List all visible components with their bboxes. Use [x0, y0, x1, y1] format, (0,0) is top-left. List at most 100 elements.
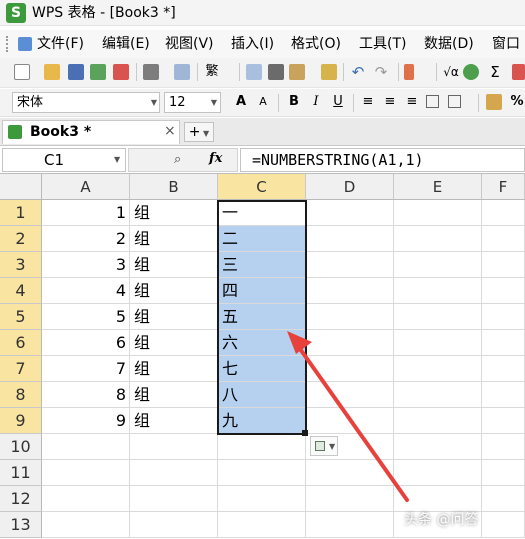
cell-b5[interactable]: 组 — [130, 304, 218, 330]
align-left-icon[interactable]: ≡ — [360, 94, 376, 110]
cell-a4[interactable]: 4 — [42, 278, 130, 304]
cell-e4[interactable] — [394, 278, 482, 304]
new-document-icon[interactable] — [14, 64, 30, 80]
column-header-c[interactable]: C — [218, 174, 306, 200]
row-header[interactable]: 6 — [0, 330, 42, 356]
cell-e8[interactable] — [394, 382, 482, 408]
cell-c10[interactable] — [218, 434, 306, 460]
row-header[interactable]: 5 — [0, 304, 42, 330]
menu-format[interactable]: 格式(O) — [289, 33, 343, 55]
menu-insert[interactable]: 插入(I) — [229, 33, 276, 55]
search-function-icon[interactable]: ⌕ — [174, 152, 181, 167]
open-folder-icon[interactable] — [44, 64, 60, 80]
row-header[interactable]: 3 — [0, 252, 42, 278]
email-icon[interactable] — [90, 64, 106, 80]
cell-b12[interactable] — [130, 486, 218, 512]
cell-b11[interactable] — [130, 460, 218, 486]
cell-a1[interactable]: 1 — [42, 200, 130, 226]
cell-f1[interactable] — [482, 200, 525, 226]
undo-icon[interactable]: ↶ — [350, 63, 366, 81]
cell-f7[interactable] — [482, 356, 525, 382]
cell-d3[interactable] — [306, 252, 394, 278]
cell-f2[interactable] — [482, 226, 525, 252]
italic-button[interactable]: I — [308, 94, 324, 110]
web-icon[interactable] — [463, 64, 479, 80]
row-header[interactable]: 4 — [0, 278, 42, 304]
bold-button[interactable]: B — [286, 94, 302, 110]
cell-b9[interactable]: 组 — [130, 408, 218, 434]
underline-button[interactable]: U — [330, 94, 346, 110]
close-tab-icon[interactable]: × — [164, 123, 176, 139]
row-header[interactable]: 10 — [0, 434, 42, 460]
menu-view[interactable]: 视图(V) — [163, 33, 216, 55]
new-tab-button[interactable]: + ▼ — [184, 122, 214, 142]
cut-icon[interactable] — [268, 64, 284, 80]
chevron-down-icon[interactable]: ▼ — [208, 93, 220, 112]
export-pdf-icon[interactable] — [113, 64, 129, 80]
menu-window[interactable]: 窗口 — [490, 33, 522, 55]
cell-a6[interactable]: 6 — [42, 330, 130, 356]
column-header-b[interactable]: B — [130, 174, 218, 200]
row-header[interactable]: 12 — [0, 486, 42, 512]
menu-edit[interactable]: 编辑(E) — [100, 33, 152, 55]
cell-e10[interactable] — [394, 434, 482, 460]
cell-e1[interactable] — [394, 200, 482, 226]
cell-d12[interactable] — [306, 486, 394, 512]
percent-button[interactable]: % — [509, 94, 525, 110]
column-header-d[interactable]: D — [306, 174, 394, 200]
cell-b10[interactable] — [130, 434, 218, 460]
cell-f9[interactable] — [482, 408, 525, 434]
cell-e2[interactable] — [394, 226, 482, 252]
cell-b7[interactable]: 组 — [130, 356, 218, 382]
cell-e11[interactable] — [394, 460, 482, 486]
cell-d1[interactable] — [306, 200, 394, 226]
cell-f12[interactable] — [482, 486, 525, 512]
cell-c13[interactable] — [218, 512, 306, 538]
align-center-icon[interactable]: ≡ — [382, 94, 398, 110]
menu-tools[interactable]: 工具(T) — [357, 33, 408, 55]
chevron-down-icon[interactable]: ▼ — [148, 93, 160, 112]
cell-a11[interactable] — [42, 460, 130, 486]
column-header-f[interactable]: F — [482, 174, 525, 200]
cell-b13[interactable] — [130, 512, 218, 538]
shrink-font-button[interactable]: A — [255, 94, 271, 110]
align-right-icon[interactable]: ≡ — [404, 94, 420, 110]
cell-f5[interactable] — [482, 304, 525, 330]
cell-b8[interactable]: 组 — [130, 382, 218, 408]
print-preview-icon[interactable] — [174, 64, 190, 80]
font-name-select[interactable]: 宋体 — [12, 92, 160, 113]
cell-b1[interactable]: 组 — [130, 200, 218, 226]
format-painter-icon[interactable] — [321, 64, 337, 80]
menu-data[interactable]: 数据(D) — [422, 33, 476, 55]
cell-e6[interactable] — [394, 330, 482, 356]
cell-f4[interactable] — [482, 278, 525, 304]
cell-d13[interactable] — [306, 512, 394, 538]
cell-a7[interactable]: 7 — [42, 356, 130, 382]
cell-d9[interactable] — [306, 408, 394, 434]
insert-function-button[interactable]: fx — [209, 151, 222, 166]
grow-font-button[interactable]: A — [233, 94, 249, 110]
cell-e7[interactable] — [394, 356, 482, 382]
menu-file[interactable]: 文件(F) — [35, 33, 86, 55]
cell-b4[interactable]: 组 — [130, 278, 218, 304]
sort-icon[interactable] — [512, 64, 525, 80]
cell-b3[interactable]: 组 — [130, 252, 218, 278]
cell-a10[interactable] — [42, 434, 130, 460]
cell-f3[interactable] — [482, 252, 525, 278]
cell-c11[interactable] — [218, 460, 306, 486]
row-header[interactable]: 2 — [0, 226, 42, 252]
currency-icon[interactable] — [486, 94, 502, 110]
redo-icon[interactable]: ↷ — [373, 63, 389, 81]
cell-f11[interactable] — [482, 460, 525, 486]
column-header-e[interactable]: E — [394, 174, 482, 200]
cell-d8[interactable] — [306, 382, 394, 408]
save-icon[interactable] — [68, 64, 84, 80]
cell-e5[interactable] — [394, 304, 482, 330]
cell-a8[interactable]: 8 — [42, 382, 130, 408]
column-header-a[interactable]: A — [42, 174, 130, 200]
row-header[interactable]: 1 — [0, 200, 42, 226]
select-all-corner[interactable] — [0, 174, 42, 200]
cell-f6[interactable] — [482, 330, 525, 356]
cell-d5[interactable] — [306, 304, 394, 330]
print-icon[interactable] — [143, 64, 159, 80]
